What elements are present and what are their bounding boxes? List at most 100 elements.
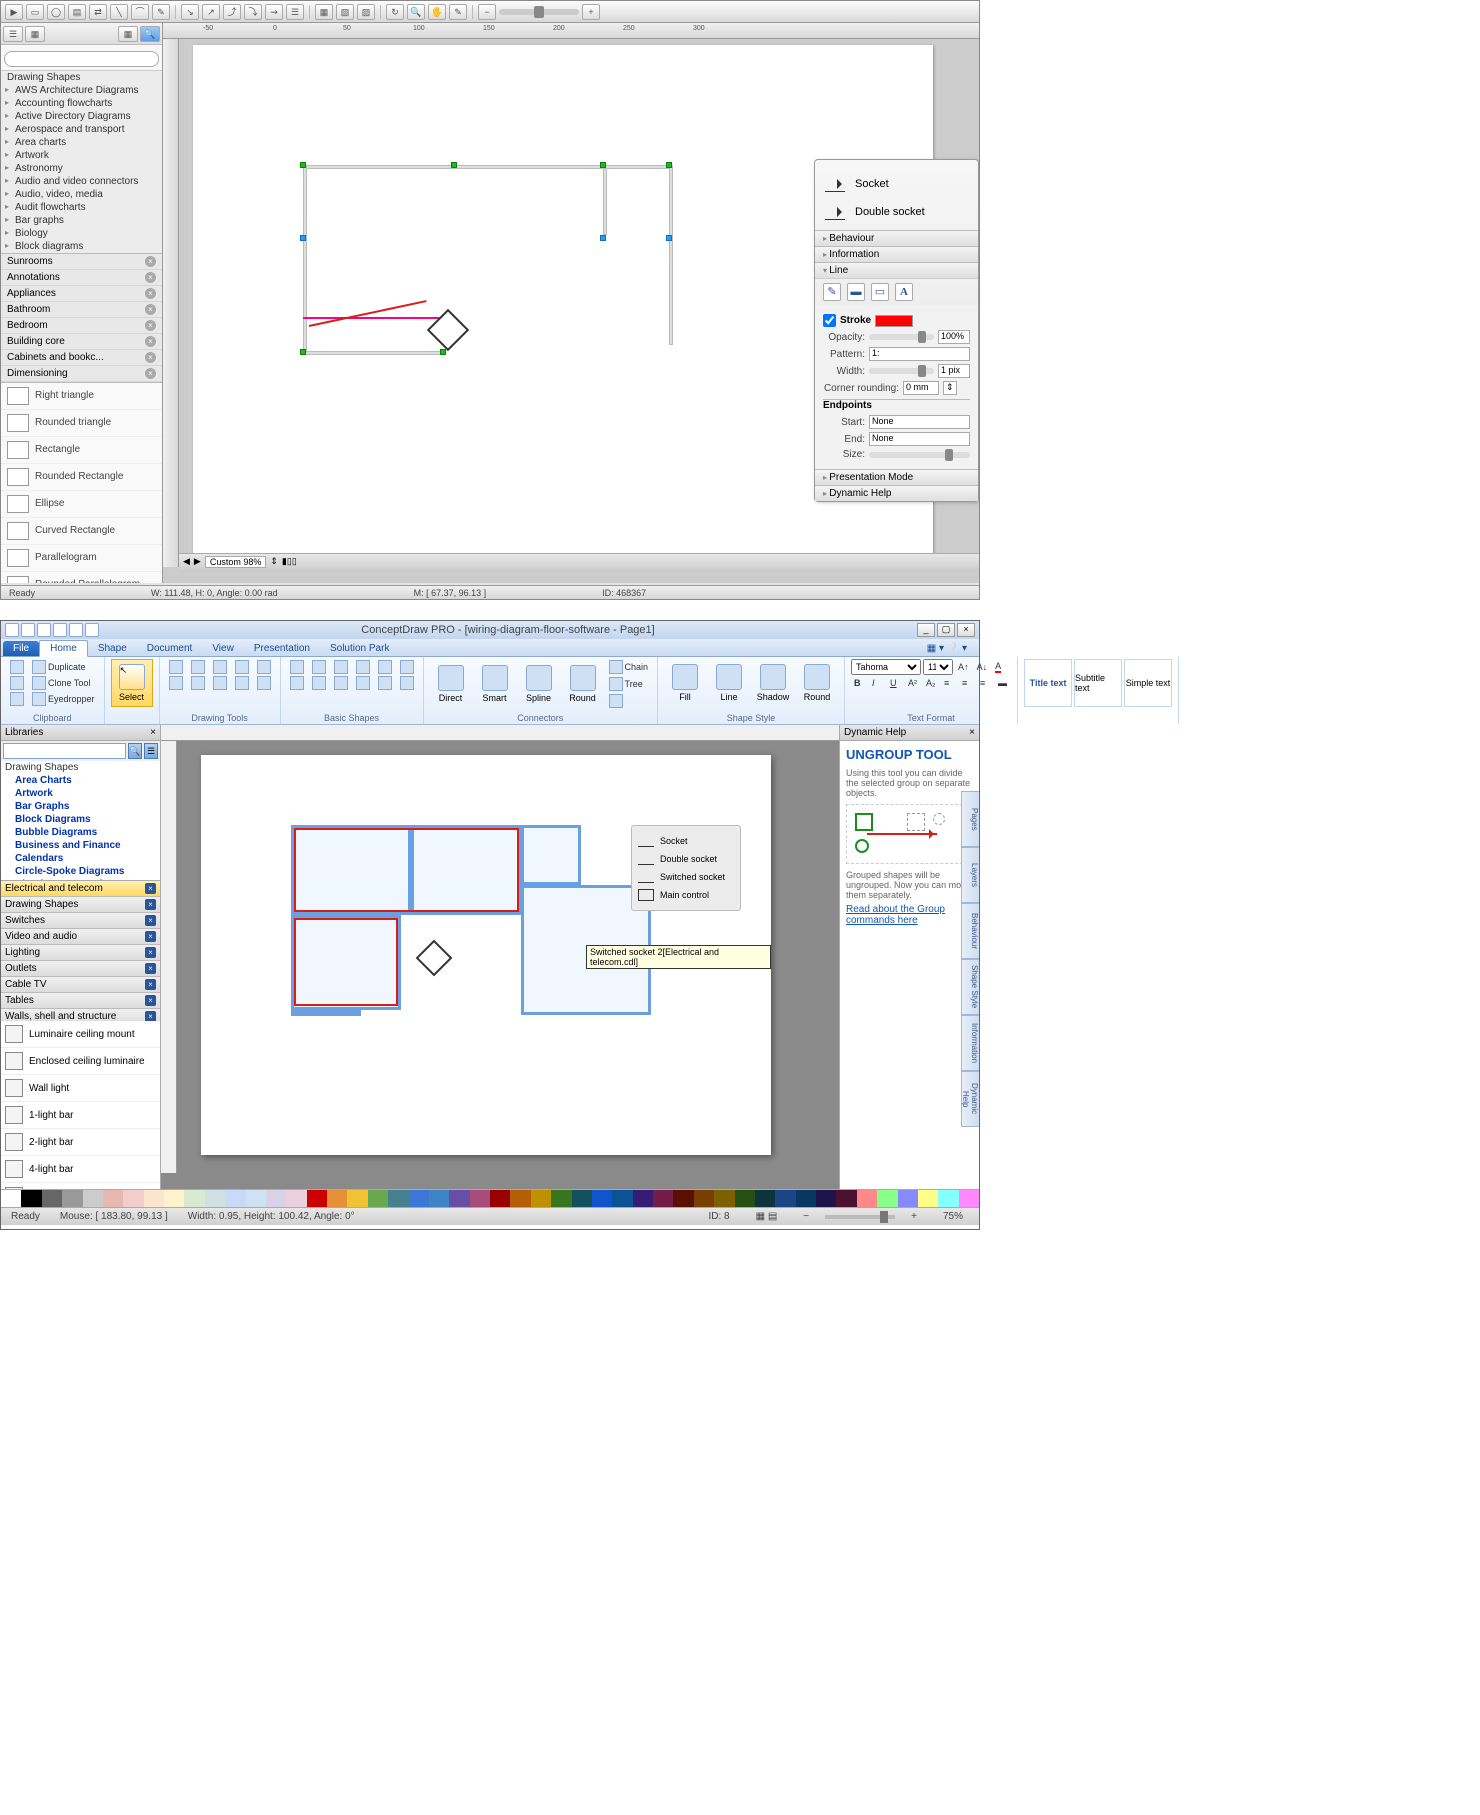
close-icon[interactable]: × bbox=[145, 947, 156, 958]
font-shrink[interactable]: A↓ bbox=[974, 659, 991, 675]
color-swatch[interactable] bbox=[388, 1190, 408, 1207]
copy-button[interactable] bbox=[7, 675, 27, 691]
zoom-out-2[interactable]: − bbox=[793, 1211, 819, 1222]
tool-d[interactable]: ⤵ bbox=[244, 4, 262, 20]
sidetab-pages[interactable]: Pages bbox=[961, 791, 979, 847]
tab-document[interactable]: Document bbox=[137, 641, 203, 656]
lib-shape[interactable]: Enclosed ceiling luminaire bbox=[1, 1048, 160, 1075]
shape-item[interactable]: Rectangle bbox=[1, 437, 162, 464]
round-button[interactable]: Round bbox=[796, 659, 838, 707]
zoom-stepper[interactable]: ⇕ bbox=[270, 556, 278, 567]
zoom-in-2[interactable]: + bbox=[901, 1211, 927, 1222]
color-swatch[interactable] bbox=[735, 1190, 755, 1207]
libtree-item[interactable]: Area Charts bbox=[1, 774, 160, 787]
sidetab-layers[interactable]: Layers bbox=[961, 847, 979, 903]
color-swatch[interactable] bbox=[286, 1190, 306, 1207]
subscript[interactable]: A₂ bbox=[923, 675, 939, 691]
color-swatch[interactable] bbox=[572, 1190, 592, 1207]
sidetab-information[interactable]: Information bbox=[961, 1015, 979, 1071]
connector-round[interactable]: Round bbox=[562, 660, 604, 708]
cat-item[interactable]: AWS Architecture Diagrams bbox=[1, 84, 162, 97]
qat-new[interactable] bbox=[5, 623, 19, 637]
dynhelp-close-icon[interactable]: × bbox=[969, 727, 975, 738]
lib-shape[interactable]: 2-light bar bbox=[1, 1129, 160, 1156]
side-search-btn[interactable]: 🔍 bbox=[140, 26, 160, 42]
library-list-button[interactable]: ☰ bbox=[144, 743, 158, 759]
bs-1[interactable] bbox=[287, 659, 307, 675]
libraries-close-icon[interactable]: × bbox=[150, 727, 156, 738]
simple-text-style[interactable]: Simple text bbox=[1124, 659, 1172, 707]
sidebar-search-input[interactable] bbox=[4, 51, 159, 67]
tool-i[interactable]: ▨ bbox=[357, 4, 375, 20]
italic[interactable]: I bbox=[869, 675, 885, 691]
cat-item[interactable]: Artwork bbox=[1, 149, 162, 162]
connector-direct[interactable]: Direct bbox=[430, 660, 472, 708]
tool-rect[interactable]: ▭ bbox=[26, 4, 44, 20]
library-search-input[interactable] bbox=[3, 743, 126, 759]
subtitle-text-style[interactable]: Subtitle text bbox=[1074, 659, 1122, 707]
opacity-slider[interactable] bbox=[869, 334, 934, 340]
help-link[interactable]: Read about the Group commands here bbox=[846, 904, 945, 926]
line-tool-pen[interactable]: ✎ bbox=[823, 283, 841, 301]
cat-item[interactable]: Aerospace and transport bbox=[1, 123, 162, 136]
tab-shape[interactable]: Shape bbox=[88, 641, 137, 656]
select-button[interactable]: ↖Select bbox=[111, 659, 153, 707]
pattern-select[interactable]: 1: bbox=[869, 347, 970, 361]
page-nav-next[interactable]: ▶ bbox=[194, 556, 201, 567]
tool-hand[interactable]: 🖐 bbox=[428, 4, 446, 20]
shape-item[interactable]: Rounded Rectangle bbox=[1, 464, 162, 491]
tool-a[interactable]: ↘ bbox=[181, 4, 199, 20]
clone-tool-button[interactable]: Clone Tool bbox=[29, 675, 93, 691]
dt-10[interactable] bbox=[254, 675, 274, 691]
side-view-grid[interactable]: ▦ bbox=[118, 26, 138, 42]
shape-item[interactable]: Curved Rectangle bbox=[1, 518, 162, 545]
tool-g[interactable]: ▦ bbox=[315, 4, 333, 20]
color-swatch[interactable] bbox=[898, 1190, 918, 1207]
tab-solution-park[interactable]: Solution Park bbox=[320, 641, 399, 656]
dt-9[interactable] bbox=[232, 675, 252, 691]
dt-7[interactable] bbox=[188, 675, 208, 691]
color-swatch[interactable] bbox=[307, 1190, 327, 1207]
lib-shape[interactable]: 4-light bar bbox=[1, 1156, 160, 1183]
font-select[interactable]: Tahoma bbox=[851, 659, 921, 675]
color-swatch[interactable] bbox=[755, 1190, 775, 1207]
close-icon[interactable]: × bbox=[145, 352, 156, 363]
title-text-style[interactable]: Title text bbox=[1024, 659, 1072, 707]
shape-item[interactable]: Parallelogram bbox=[1, 545, 162, 572]
color-swatch[interactable] bbox=[653, 1190, 673, 1207]
color-swatch[interactable] bbox=[490, 1190, 510, 1207]
color-swatch[interactable] bbox=[205, 1190, 225, 1207]
corner-value[interactable]: 0 mm bbox=[903, 381, 939, 395]
close-icon[interactable]: × bbox=[145, 336, 156, 347]
size-slider[interactable] bbox=[869, 452, 970, 458]
tool-e[interactable]: ⇝ bbox=[265, 4, 283, 20]
libcat[interactable]: Drawing Shapes× bbox=[1, 897, 160, 913]
cat-item[interactable]: Astronomy bbox=[1, 162, 162, 175]
color-swatch[interactable] bbox=[775, 1190, 795, 1207]
color-swatch[interactable] bbox=[938, 1190, 958, 1207]
cat-item[interactable]: Audit flowcharts bbox=[1, 201, 162, 214]
cat-item[interactable]: Audio, video, media bbox=[1, 188, 162, 201]
color-swatch[interactable] bbox=[714, 1190, 734, 1207]
bg-color[interactable]: ▬ bbox=[995, 675, 1011, 691]
help-dropdown[interactable]: ▦ ▾ ❔ ▾ bbox=[917, 641, 977, 656]
font-color[interactable]: A bbox=[992, 659, 1008, 675]
cat-item[interactable]: Audio and video connectors bbox=[1, 175, 162, 188]
side-btn-1[interactable]: ☰ bbox=[3, 26, 23, 42]
bs-6[interactable] bbox=[397, 659, 417, 675]
duplicate-button[interactable]: Duplicate bbox=[29, 659, 89, 675]
qat-redo[interactable] bbox=[69, 623, 83, 637]
bold[interactable]: B bbox=[851, 675, 867, 691]
minimize-button[interactable]: _ bbox=[917, 623, 935, 637]
subcat[interactable]: Bathroom× bbox=[1, 302, 162, 318]
stroke-color[interactable] bbox=[875, 315, 913, 327]
subcat[interactable]: Building core× bbox=[1, 334, 162, 350]
cat-drawing-shapes[interactable]: Drawing Shapes bbox=[1, 71, 162, 84]
panel-presentation[interactable]: Presentation Mode bbox=[815, 469, 978, 485]
panel-information[interactable]: Information bbox=[815, 246, 978, 262]
shape-item[interactable]: Rounded triangle bbox=[1, 410, 162, 437]
subcat[interactable]: Sunrooms× bbox=[1, 254, 162, 270]
subcat[interactable]: Appliances× bbox=[1, 286, 162, 302]
connector-spline[interactable]: Spline bbox=[518, 660, 560, 708]
color-swatch[interactable] bbox=[836, 1190, 856, 1207]
